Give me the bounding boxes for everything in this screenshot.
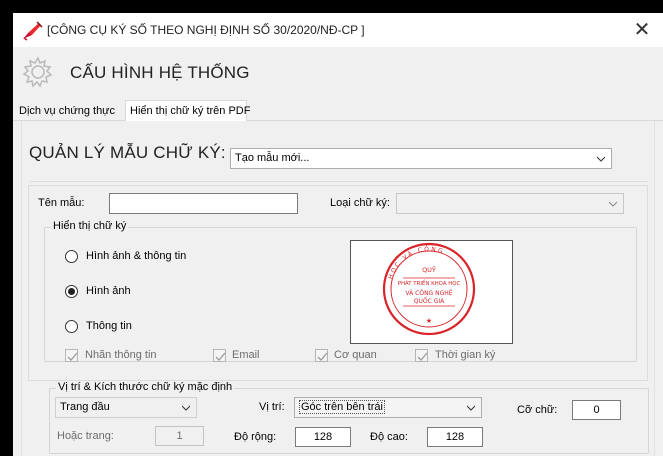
template-select[interactable]: Tạo mẫu mới...	[230, 148, 612, 169]
pdf-signature-page: QUẢN LÝ MẪU CHỮ KÝ: Tạo mẫu mới... Tên m…	[21, 121, 655, 456]
width-label: Độ rộng:	[234, 431, 277, 443]
checkbox-info-label[interactable]	[65, 349, 78, 362]
template-name-input[interactable]	[109, 193, 298, 214]
official-seal-image: HỌC VÀ CÔNG QUỸ PHÁT TRIỂN KHOA HỌC VÀ C…	[382, 242, 476, 336]
page-title: CẤU HÌNH HỆ THỐNG	[70, 63, 250, 82]
close-button[interactable]: ✕	[627, 17, 657, 43]
checkbox-email[interactable]	[213, 349, 226, 362]
chevron-down-icon	[181, 403, 191, 411]
window-title: [CÔNG CỤ KÝ SỐ THEO NGHỊ ĐỊNH SỐ 30/2020…	[47, 23, 365, 37]
signature-type-label: Loại chữ ký:	[330, 197, 390, 209]
config-header: CẤU HÌNH HỆ THỐNG	[13, 47, 663, 99]
radio-image-and-info-label: Hình ảnh & thông tin	[86, 250, 187, 262]
chevron-down-icon	[596, 154, 606, 162]
checkbox-organization[interactable]	[315, 349, 328, 362]
height-label: Độ cao:	[370, 431, 408, 443]
tab-certification-service[interactable]: Dịch vụ chứng thực	[15, 103, 125, 121]
radio-image-label: Hình ảnh	[86, 285, 131, 297]
checkbox-email-label: Email	[232, 349, 260, 361]
radio-image-and-info[interactable]	[65, 250, 78, 263]
svg-text:QUỐC GIA: QUỐC GIA	[414, 297, 445, 305]
svg-text:★: ★	[426, 317, 432, 325]
font-size-input[interactable]: 0	[572, 400, 621, 420]
red-pen-icon	[21, 21, 43, 41]
chevron-down-icon	[466, 403, 476, 411]
template-select-value: Tạo mẫu mới...	[235, 152, 310, 164]
checkbox-sign-time[interactable]	[415, 349, 428, 362]
svg-text:VÀ CÔNG NGHỆ: VÀ CÔNG NGHỆ	[405, 289, 452, 297]
position-size-legend: Vị trí & Kích thước chữ ký mặc định	[56, 381, 235, 393]
tab-pdf-signature-display[interactable]: Hiển thị chữ ký trên PDF	[125, 100, 250, 122]
position-size-group: Vị trí & Kích thước chữ ký mặc định Tran…	[49, 381, 649, 454]
template-name-label: Tên mẫu:	[38, 197, 85, 209]
checkbox-sign-time-label: Thời gian ký	[435, 349, 496, 361]
divider	[30, 181, 648, 182]
checkbox-organization-label: Cơ quan	[334, 349, 377, 361]
font-size-label: Cỡ chữ:	[517, 404, 558, 416]
config-window: [CÔNG CỤ KÝ SỐ THEO NGHỊ ĐỊNH SỐ 30/2020…	[13, 13, 663, 456]
signature-type-select[interactable]	[396, 193, 624, 214]
or-page-input[interactable]: 1	[155, 426, 204, 446]
position-select[interactable]: Góc trên bên trái	[294, 397, 482, 418]
chevron-down-icon	[608, 199, 618, 207]
height-input[interactable]: 128	[427, 427, 483, 447]
svg-text:HỌC VÀ CÔNG: HỌC VÀ CÔNG	[387, 246, 445, 280]
radio-image[interactable]	[65, 285, 78, 298]
radio-info[interactable]	[65, 320, 78, 333]
checkbox-info-label-text: Nhãn thông tin	[85, 349, 157, 361]
template-manager-label: QUẢN LÝ MẪU CHỮ KÝ:	[29, 143, 226, 162]
svg-text:PHÁT TRIỂN KHOA HỌC: PHÁT TRIỂN KHOA HỌC	[398, 279, 461, 287]
signature-display-legend: Hiển thị chữ ký	[51, 220, 129, 232]
title-bar: [CÔNG CỤ KÝ SỐ THEO NGHỊ ĐỊNH SỐ 30/2020…	[13, 13, 663, 47]
signature-display-group: Hiển thị chữ ký Hình ảnh & thông tin Hìn…	[44, 220, 637, 362]
width-input[interactable]: 128	[295, 427, 351, 447]
page-select[interactable]: Trang đầu	[55, 397, 197, 418]
or-page-label: Hoặc trang:	[57, 430, 114, 442]
svg-text:QUỸ: QUỸ	[422, 265, 436, 274]
signature-preview: HỌC VÀ CÔNG QUỸ PHÁT TRIỂN KHOA HỌC VÀ C…	[350, 240, 513, 344]
tab-panel: QUẢN LÝ MẪU CHỮ KÝ: Tạo mẫu mới... Tên m…	[13, 121, 663, 456]
tab-strip: Dịch vụ chứng thực Hiển thị chữ ký trên …	[13, 99, 663, 122]
radio-info-label: Thông tin	[86, 320, 132, 332]
template-editor: Tên mẫu: Loại chữ ký: Hiển thị chữ ký Hì…	[28, 185, 648, 381]
gear-icon	[21, 55, 55, 89]
position-label: Vị trí:	[259, 401, 285, 413]
